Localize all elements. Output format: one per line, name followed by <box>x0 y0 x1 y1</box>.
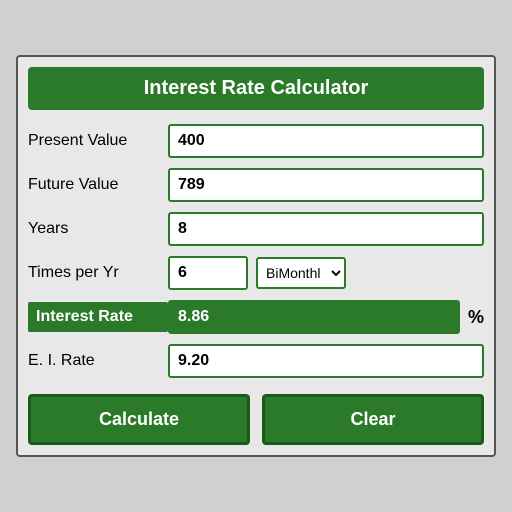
future-value-label: Future Value <box>28 176 168 194</box>
buttons-row: Calculate Clear <box>28 394 484 445</box>
clear-button[interactable]: Clear <box>262 394 484 445</box>
present-value-row: Present Value <box>28 124 484 158</box>
title-bar: Interest Rate Calculator <box>28 67 484 110</box>
times-per-yr-label: Times per Yr <box>28 264 168 282</box>
ei-rate-row: E. I. Rate <box>28 344 484 378</box>
future-value-input[interactable] <box>168 168 484 202</box>
calculator-container: Interest Rate Calculator Present Value F… <box>16 55 496 457</box>
present-value-label: Present Value <box>28 132 168 150</box>
interest-rate-label: Interest Rate <box>28 302 168 332</box>
times-per-yr-input[interactable] <box>168 256 248 290</box>
times-per-yr-inputs: BiMonthl Monthly Quarterly Annually <box>168 256 346 290</box>
interest-rate-input[interactable] <box>168 300 460 334</box>
calculate-button[interactable]: Calculate <box>28 394 250 445</box>
ei-rate-input[interactable] <box>168 344 484 378</box>
ei-rate-label: E. I. Rate <box>28 352 168 370</box>
app-title: Interest Rate Calculator <box>144 77 369 99</box>
years-label: Years <box>28 220 168 238</box>
years-input[interactable] <box>168 212 484 246</box>
years-row: Years <box>28 212 484 246</box>
future-value-row: Future Value <box>28 168 484 202</box>
interest-rate-row: Interest Rate % <box>28 300 484 334</box>
present-value-input[interactable] <box>168 124 484 158</box>
times-per-yr-row: Times per Yr BiMonthl Monthly Quarterly … <box>28 256 484 290</box>
percent-sign: % <box>468 307 484 328</box>
frequency-select[interactable]: BiMonthl Monthly Quarterly Annually <box>256 257 346 289</box>
